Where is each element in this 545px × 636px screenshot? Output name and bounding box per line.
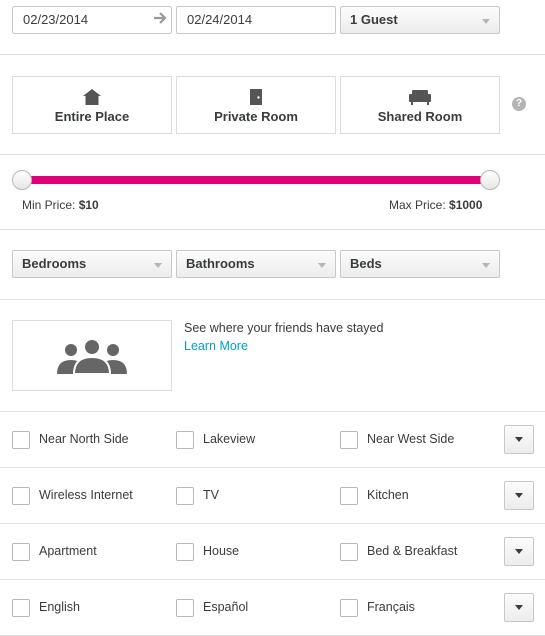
filter-option-label: Apartment xyxy=(39,544,97,558)
bathrooms-select-label: Bathrooms xyxy=(186,256,255,271)
arrow-right-icon xyxy=(154,12,167,24)
friends-image xyxy=(12,320,172,391)
checkbox[interactable] xyxy=(176,431,194,449)
filter-option-label: Lakeview xyxy=(203,432,256,446)
learn-more-link[interactable]: Learn More xyxy=(184,339,248,353)
couch-icon xyxy=(409,90,431,105)
group-icon xyxy=(57,338,127,374)
room-type-shared-room-button[interactable]: Shared Room xyxy=(340,76,500,134)
chevron-down-icon xyxy=(154,263,162,268)
expand-neighborhoods-button[interactable] xyxy=(504,425,534,454)
dates-section: 02/23/2014 02/24/2014 1 Guest xyxy=(0,0,545,55)
friends-description: See where your friends have stayed xyxy=(184,321,384,335)
checkbox[interactable] xyxy=(12,431,30,449)
checkout-date-input[interactable]: 02/24/2014 xyxy=(176,6,336,34)
chevron-down-icon xyxy=(482,19,490,24)
beds-select-label: Beds xyxy=(350,256,382,271)
checkbox[interactable] xyxy=(12,543,30,561)
filter-option-label: Kitchen xyxy=(367,488,409,502)
price-slider-max-handle[interactable] xyxy=(480,170,500,190)
house-icon xyxy=(83,89,101,105)
chevron-down-icon xyxy=(318,263,326,268)
room-type-label: Private Room xyxy=(214,109,298,124)
checkbox[interactable] xyxy=(340,487,358,505)
room-type-private-room-button[interactable]: Private Room xyxy=(176,76,336,134)
price-slider-track[interactable] xyxy=(22,176,490,184)
filter-option-label: Near West Side xyxy=(367,432,455,446)
filter-option-label: Near North Side xyxy=(39,432,129,446)
filter-option-label: Wireless Internet xyxy=(39,488,133,502)
caret-down-icon xyxy=(515,605,523,610)
bedrooms-select-label: Bedrooms xyxy=(22,256,87,271)
beds-select[interactable]: Beds xyxy=(340,250,500,278)
filter-option-label: TV xyxy=(203,488,219,502)
caret-down-icon xyxy=(515,437,523,442)
max-price-text: Max Price: xyxy=(389,198,446,212)
price-section xyxy=(0,155,545,230)
neighborhood-filter-row: Near North Side Lakeview Near West Side xyxy=(0,412,545,468)
min-price-value: $10 xyxy=(78,198,99,212)
caret-down-icon xyxy=(515,549,523,554)
max-price-value: $1000 xyxy=(449,198,483,212)
room-type-label: Entire Place xyxy=(54,109,130,124)
chevron-down-icon xyxy=(482,263,490,268)
filter-option-label: English xyxy=(39,600,80,614)
checkbox[interactable] xyxy=(340,431,358,449)
checkbox[interactable] xyxy=(340,599,358,617)
room-type-label: Shared Room xyxy=(377,109,463,124)
checkin-date-input[interactable]: 02/23/2014 xyxy=(12,6,172,34)
filter-option-label: House xyxy=(203,544,240,558)
max-price-label: Max Price: $1000 xyxy=(389,198,482,212)
filter-option-label: Français xyxy=(367,600,415,614)
expand-amenities-button[interactable] xyxy=(504,481,534,510)
price-slider-min-handle[interactable] xyxy=(12,170,32,190)
checkbox[interactable] xyxy=(176,543,194,561)
guests-select-value: 1 Guest xyxy=(350,12,398,27)
checkbox[interactable] xyxy=(176,487,194,505)
min-price-label: Min Price: $10 xyxy=(22,198,99,212)
expand-property-types-button[interactable] xyxy=(504,537,534,566)
checkbox[interactable] xyxy=(12,487,30,505)
checkbox[interactable] xyxy=(340,543,358,561)
languages-filter-row: English Español Français xyxy=(0,580,545,636)
guests-select[interactable]: 1 Guest xyxy=(340,6,500,34)
help-icon[interactable]: ? xyxy=(512,97,526,111)
filter-option-label: Bed & Breakfast xyxy=(367,544,458,558)
amenities-filter-row: Wireless Internet TV Kitchen xyxy=(0,468,545,524)
expand-languages-button[interactable] xyxy=(504,593,534,622)
checkbox[interactable] xyxy=(12,599,30,617)
door-icon xyxy=(250,89,262,105)
property-type-filter-row: Apartment House Bed & Breakfast xyxy=(0,524,545,580)
checkbox[interactable] xyxy=(176,599,194,617)
room-type-entire-place-button[interactable]: Entire Place xyxy=(12,76,172,134)
bathrooms-select[interactable]: Bathrooms xyxy=(176,250,336,278)
filter-option-label: Español xyxy=(203,600,249,614)
min-price-text: Min Price: xyxy=(22,198,76,212)
caret-down-icon xyxy=(515,493,523,498)
bedrooms-select[interactable]: Bedrooms xyxy=(12,250,172,278)
